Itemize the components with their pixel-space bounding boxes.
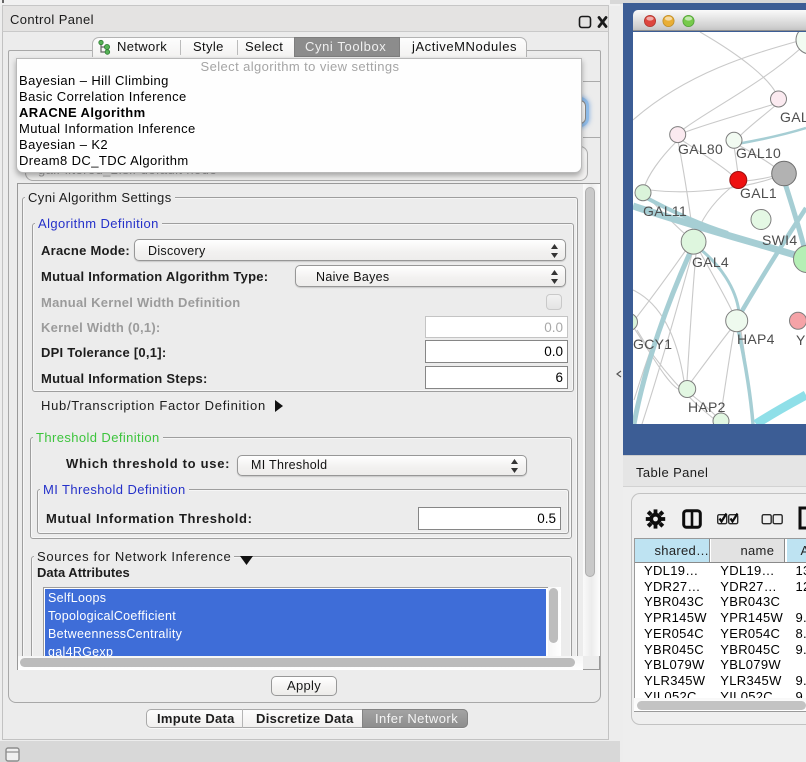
svg-text:Y: Y	[796, 332, 806, 348]
svg-text:HAP4: HAP4	[737, 331, 775, 347]
svg-text:GAL4: GAL4	[692, 254, 729, 270]
svg-text:GAL10: GAL10	[736, 145, 781, 161]
svg-text:SWI4: SWI4	[762, 232, 797, 248]
svg-text:GCY1: GCY1	[633, 336, 672, 352]
svg-text:GAL80: GAL80	[678, 141, 723, 157]
svg-text:GAL1: GAL1	[740, 185, 777, 201]
svg-text:GAL7: GAL7	[780, 109, 806, 125]
svg-text:HAP2: HAP2	[688, 399, 726, 415]
svg-text:GAL11: GAL11	[643, 203, 687, 219]
